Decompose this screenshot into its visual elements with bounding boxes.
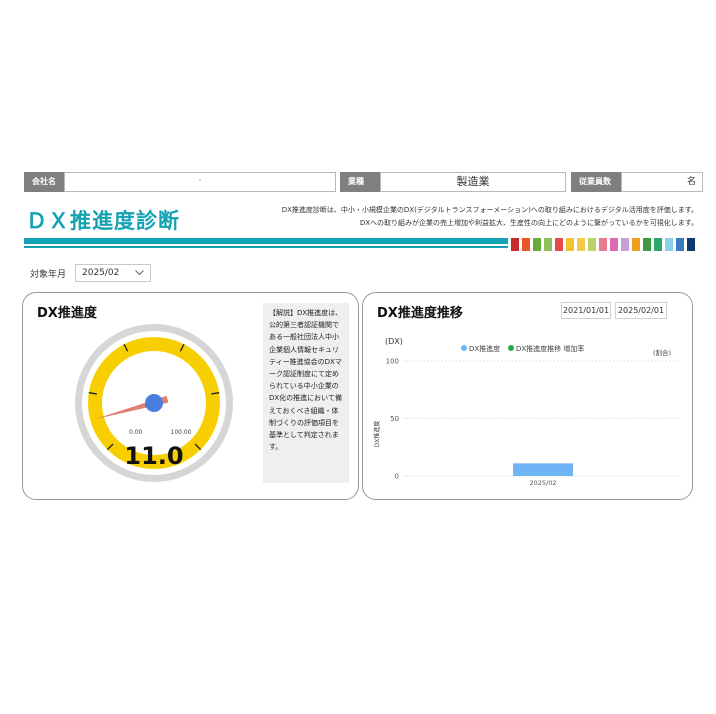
trend-card-title: DX推進度推移 bbox=[377, 306, 463, 321]
color-swatch bbox=[511, 238, 519, 251]
color-swatch bbox=[533, 238, 541, 251]
color-swatch bbox=[577, 238, 585, 251]
color-swatch bbox=[643, 238, 651, 251]
x-tick-label: 2025/02 bbox=[529, 479, 556, 487]
color-swatch bbox=[665, 238, 673, 251]
title-underline bbox=[24, 238, 508, 244]
month-select[interactable]: 2025/02 bbox=[75, 264, 151, 282]
industry-field[interactable]: 製造業 bbox=[380, 172, 566, 192]
color-swatch bbox=[544, 238, 552, 251]
color-swatch bbox=[632, 238, 640, 251]
color-swatch bbox=[599, 238, 607, 251]
industry-label: 業種 bbox=[340, 172, 380, 192]
gauge-value: 11.0 bbox=[124, 442, 183, 470]
title-underline-thin bbox=[24, 246, 508, 248]
bar-dx[interactable] bbox=[513, 463, 573, 476]
y-axis-unit-left: (DX) bbox=[385, 337, 403, 346]
x-tick-layer: 2025/02 bbox=[529, 479, 556, 487]
filter-label: 対象年月 bbox=[30, 270, 67, 280]
color-swatch bbox=[555, 238, 563, 251]
grid-layer: 0 50 100 bbox=[386, 358, 679, 481]
date-to-field[interactable]: 2025/02/01 bbox=[615, 302, 667, 319]
description-line-1: DX推進度診断は、中小・小規模企業のDX(デジタルトランスフォーメーション)への… bbox=[281, 206, 698, 214]
y-tick-label: 50 bbox=[390, 415, 399, 423]
y-axis-unit-right: (割合) bbox=[653, 348, 671, 357]
color-swatch-row bbox=[511, 238, 695, 251]
gauge-min-label: 0.00 bbox=[129, 429, 143, 436]
dx-explanation: 【解説】DX推進度は、公的第三者認証機関である一般社団法人中小企業個人情報セキュ… bbox=[263, 303, 349, 483]
employees-label: 従業員数 bbox=[571, 172, 621, 192]
dx-score-card: DX推進度 0.00 100.00 11.0 【解説】DX推進度は、公的第三者認… bbox=[22, 292, 359, 500]
company-label: 会社名 bbox=[24, 172, 64, 192]
company-field[interactable]: ・ bbox=[64, 172, 336, 192]
color-swatch bbox=[566, 238, 574, 251]
color-swatch bbox=[687, 238, 695, 251]
gauge-hub bbox=[145, 394, 163, 412]
dx-card-title: DX推進度 bbox=[37, 306, 97, 321]
page-title: ＤＸ推進度診断 bbox=[26, 209, 180, 233]
legend-swatch-growth bbox=[508, 345, 514, 351]
y-axis-title: DX推進度 bbox=[373, 421, 381, 448]
bar-layer bbox=[513, 463, 573, 476]
description-line-2: DXへの取り組みが企業の売上増加や利益拡大、生産性の向上にどのように繋がっている… bbox=[359, 219, 698, 227]
trend-chart: (DX) (割合) DX推進度 DX推進度推移 増加率 DX推進度 0 50 100… bbox=[373, 337, 679, 487]
y-tick-label: 100 bbox=[386, 358, 399, 366]
gauge-max-label: 100.00 bbox=[171, 429, 192, 436]
date-from-field[interactable]: 2021/01/01 bbox=[561, 302, 611, 319]
dx-trend-card: DX推進度推移 2021/01/01 2025/02/01 (DX) (割合) … bbox=[362, 292, 693, 500]
legend-swatch-dx bbox=[461, 345, 467, 351]
employees-field[interactable]: 名 bbox=[621, 172, 703, 192]
chevron-down-icon bbox=[135, 270, 144, 276]
dx-gauge: 0.00 100.00 11.0 bbox=[75, 324, 233, 482]
color-swatch bbox=[588, 238, 596, 251]
color-swatch bbox=[621, 238, 629, 251]
color-swatch bbox=[522, 238, 530, 251]
color-swatch bbox=[676, 238, 684, 251]
month-select-value: 2025/02 bbox=[82, 268, 120, 278]
legend-label-growth: DX推進度推移 増加率 bbox=[516, 344, 584, 353]
page-description: DX推進度診断は、中小・小規模企業のDX(デジタルトランスフォーメーション)への… bbox=[270, 204, 698, 230]
y-tick-label: 0 bbox=[395, 473, 399, 481]
color-swatch bbox=[610, 238, 618, 251]
color-swatch bbox=[654, 238, 662, 251]
legend-label-dx: DX推進度 bbox=[469, 344, 500, 353]
